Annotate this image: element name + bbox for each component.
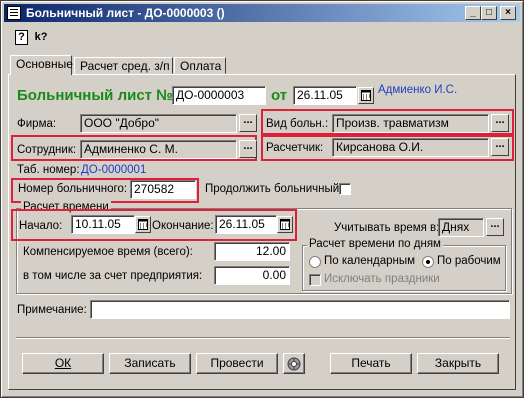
maximize-button[interactable]: □ (481, 6, 497, 20)
firm-field[interactable]: ООО "Добро" (80, 114, 237, 133)
document-date-field[interactable]: 26.11.05 (293, 86, 357, 105)
sick-number-label: Номер больничного: (18, 183, 128, 195)
account-time-field[interactable]: Днях (438, 218, 484, 237)
exclude-holidays-checkbox[interactable] (309, 274, 321, 286)
note-label: Примечание: (17, 304, 87, 316)
account-time-label: Учитывать время в: (334, 222, 440, 234)
ok-button[interactable]: ОК (22, 353, 104, 374)
help-icon[interactable]: ? (15, 30, 28, 45)
tab-number-value[interactable]: ДО-0000001 (81, 164, 146, 176)
illness-type-select-button[interactable]: ... (491, 114, 509, 132)
firm-label: Фирма: (17, 118, 57, 130)
employer-part-label: в том числе за счет предприятия: (23, 270, 203, 282)
start-calendar-icon[interactable] (135, 216, 151, 233)
illness-type-field[interactable]: Произв. травматизм (332, 114, 489, 133)
employee-label: Сотрудник: (17, 144, 77, 156)
separator (16, 337, 510, 339)
calculator-field[interactable]: Кирсанова О.И. (332, 138, 489, 157)
tab-avg-salary[interactable]: Расчет сред. з/п (74, 57, 173, 74)
employer-part-field[interactable]: 0.00 (214, 266, 290, 285)
tab-main[interactable]: Основные (10, 55, 73, 75)
date-label: от (271, 87, 288, 104)
tab-number-label: Таб. номер: (17, 164, 80, 176)
working-days-radio[interactable] (422, 256, 434, 268)
start-date-field[interactable]: 10.11.05 (71, 215, 135, 234)
employee-field[interactable]: Админенко С. М. (80, 140, 237, 159)
post-button[interactable]: Провести (196, 353, 278, 374)
continue-sick-checkbox[interactable] (339, 183, 351, 195)
days-calc-group-title: Расчет времени по дням (307, 238, 443, 250)
whats-this-icon[interactable]: k? (33, 29, 49, 45)
author-link[interactable]: Адмиенко И.С. (378, 84, 457, 96)
document-icon (7, 6, 21, 20)
sick-number-field[interactable]: 270582 (130, 180, 196, 199)
end-date-field[interactable]: 26.11.05 (215, 215, 277, 234)
compensated-field[interactable]: 12.00 (214, 242, 290, 261)
print-button[interactable]: Печать (330, 353, 412, 374)
document-window: Больничный лист - ДО-0000003 () _ □ × ? … (0, 0, 524, 398)
save-button[interactable]: Записать (109, 353, 191, 374)
calendar-icon[interactable] (358, 87, 374, 104)
close-window-button[interactable]: × (500, 6, 516, 20)
window-title: Больничный лист - ДО-0000003 () (26, 6, 225, 20)
firm-select-button[interactable]: ... (239, 114, 257, 132)
title-bar[interactable]: Больничный лист - ДО-0000003 () _ □ × (4, 4, 520, 22)
compensated-label: Компенсируемое время (всего): (23, 246, 193, 258)
continue-sick-label: Продолжить больничный (205, 183, 340, 195)
close-button[interactable]: Закрыть (417, 353, 499, 374)
end-calendar-icon[interactable] (277, 216, 293, 233)
illness-type-label: Вид больн.: (266, 118, 329, 130)
start-label: Начало: (19, 220, 63, 232)
employee-select-button[interactable]: ... (239, 140, 257, 158)
working-days-label: По рабочим (437, 255, 501, 267)
calendar-days-radio[interactable] (309, 256, 321, 268)
movements-icon[interactable] (283, 353, 305, 374)
minimize-button[interactable]: _ (465, 6, 481, 20)
ok-button-label: ОК (54, 356, 72, 370)
document-title: Больничный лист № (17, 87, 173, 104)
end-label: Окончание: (152, 220, 214, 232)
exclude-holidays-label: Исключать праздники (324, 273, 440, 285)
calculator-label: Расчетчик: (266, 142, 324, 154)
document-number-field[interactable]: ДО-0000003 (172, 86, 266, 105)
calendar-days-label: По календарным (324, 255, 416, 267)
note-field[interactable] (90, 300, 510, 319)
calculator-select-button[interactable]: ... (491, 138, 509, 156)
account-time-select-button[interactable]: ... (486, 218, 504, 236)
tab-payment[interactable]: Оплата (174, 57, 226, 74)
